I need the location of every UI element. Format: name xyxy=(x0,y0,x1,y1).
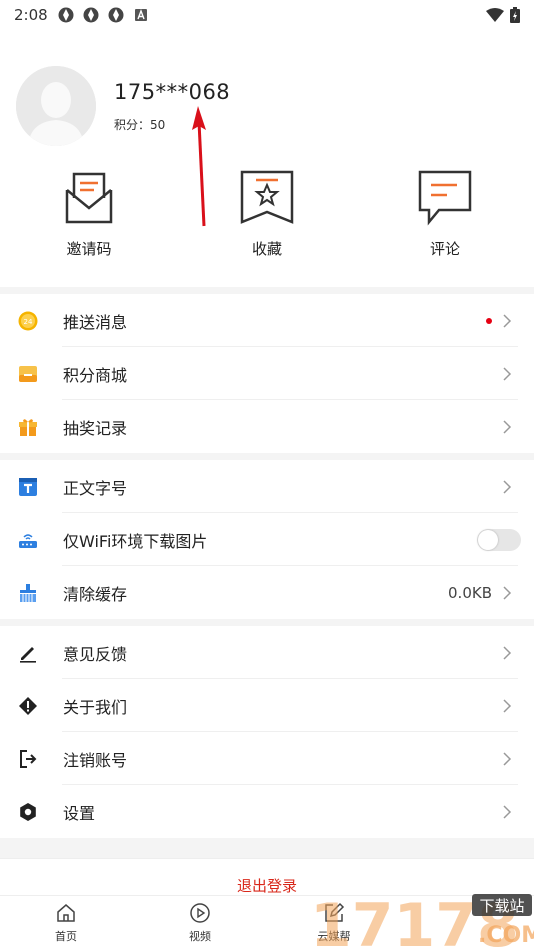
push-message-icon: 24 xyxy=(18,311,38,331)
app-icon xyxy=(108,7,124,23)
menu-label: 设置 xyxy=(63,803,96,823)
unread-dot xyxy=(486,317,492,324)
menu-label: 关于我们 xyxy=(63,697,128,717)
menu-item-feedback[interactable]: 意见反馈 xyxy=(0,626,534,679)
cache-size-value: 0.0KB xyxy=(448,583,492,602)
router-icon xyxy=(18,530,38,550)
svg-text:.COM: .COM xyxy=(478,923,534,948)
section-divider xyxy=(0,287,534,294)
menu-item-cancel-account[interactable]: 注销账号 xyxy=(0,732,534,785)
sign-out-icon xyxy=(18,749,38,769)
home-icon xyxy=(57,904,75,922)
default-avatar-icon xyxy=(16,66,96,146)
status-time: 2:08 xyxy=(14,6,48,24)
app-icon xyxy=(58,7,74,23)
chevron-right-icon xyxy=(503,804,512,819)
invite-code-label: 邀请码 xyxy=(66,240,112,258)
chevron-right-icon xyxy=(503,419,512,434)
comments-label: 评论 xyxy=(429,240,460,258)
tab-video-label: 视频 xyxy=(189,930,211,943)
menu-item-about-us[interactable]: 关于我们 xyxy=(0,679,534,732)
comment-icon xyxy=(418,170,472,226)
menu-item-clear-cache[interactable]: 清除缓存 0.0KB xyxy=(0,566,534,619)
menu-label: 积分商城 xyxy=(63,365,128,385)
section-divider xyxy=(0,619,534,626)
tab-home-label: 首页 xyxy=(55,930,77,943)
chevron-right-icon xyxy=(503,479,512,494)
favorites-button[interactable]: 收藏 xyxy=(207,168,327,259)
quick-actions: 邀请码 收藏 评论 xyxy=(0,168,534,268)
battery-icon xyxy=(510,7,520,23)
invite-code-button[interactable]: 邀请码 xyxy=(29,168,149,259)
menu-item-font-size[interactable]: 正文字号 xyxy=(0,460,534,513)
chevron-right-icon xyxy=(503,366,512,381)
menu-item-settings[interactable]: 设置 xyxy=(0,785,534,838)
menu-label: 注销账号 xyxy=(63,750,128,770)
menu-item-push-messages[interactable]: 24 推送消息 xyxy=(0,294,534,347)
tab-home[interactable]: 首页 xyxy=(31,902,101,944)
font-size-icon xyxy=(18,477,38,497)
play-icon xyxy=(190,903,210,923)
gear-icon xyxy=(18,802,38,822)
menu-item-points-mall[interactable]: 积分商城 xyxy=(0,347,534,400)
site-watermark-logo: 17178 下载站 .COM xyxy=(310,891,534,950)
wifi-icon xyxy=(486,8,504,22)
favorite-star-icon xyxy=(240,170,294,224)
svg-text:24: 24 xyxy=(24,318,33,326)
svg-text:下载站: 下载站 xyxy=(479,897,524,915)
menu-item-lottery-records[interactable]: 抽奖记录 xyxy=(0,400,534,453)
menu-label: 仅WiFi环境下载图片 xyxy=(63,531,208,551)
favorites-label: 收藏 xyxy=(251,240,282,258)
chevron-right-icon xyxy=(503,313,512,328)
pencil-icon xyxy=(18,643,38,663)
avatar[interactable] xyxy=(16,66,96,146)
chevron-right-icon xyxy=(503,751,512,766)
app-icon xyxy=(83,7,99,23)
chevron-right-icon xyxy=(503,698,512,713)
wifi-only-toggle[interactable] xyxy=(477,528,521,551)
tab-video[interactable]: 视频 xyxy=(165,902,235,944)
menu-label: 意见反馈 xyxy=(63,644,128,664)
menu-label: 推送消息 xyxy=(63,312,128,332)
menu-label: 抽奖记录 xyxy=(63,418,128,438)
section-divider xyxy=(0,453,534,460)
comments-button[interactable]: 评论 xyxy=(385,168,505,259)
chevron-right-icon xyxy=(503,645,512,660)
menu-label: 清除缓存 xyxy=(63,584,128,604)
status-bar: 2:08 xyxy=(0,0,534,30)
invite-envelope-icon xyxy=(65,172,113,224)
info-diamond-icon xyxy=(18,696,38,716)
broom-icon xyxy=(18,583,38,603)
menu-item-wifi-only-images: 仅WiFi环境下载图片 xyxy=(0,513,534,566)
gift-icon xyxy=(18,417,38,437)
chevron-right-icon xyxy=(503,585,512,600)
section-divider xyxy=(0,838,534,858)
menu-label: 正文字号 xyxy=(63,478,128,498)
a-icon xyxy=(134,9,147,21)
points-mall-icon xyxy=(18,364,38,384)
